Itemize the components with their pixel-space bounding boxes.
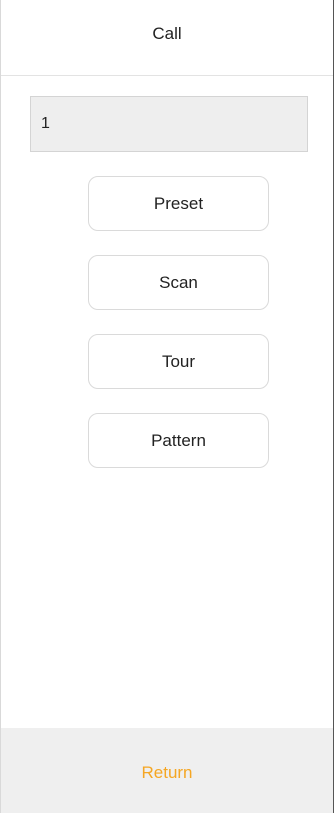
footer-bar: Return [1, 728, 333, 813]
call-screen: Call Preset Scan Tour Pattern Return [0, 0, 334, 813]
preset-button[interactable]: Preset [88, 176, 269, 231]
action-button-list: Preset Scan Tour Pattern [88, 176, 269, 492]
pattern-button[interactable]: Pattern [88, 413, 269, 468]
scan-button[interactable]: Scan [88, 255, 269, 310]
tour-button[interactable]: Tour [88, 334, 269, 389]
header-bar: Call [1, 0, 333, 76]
return-button[interactable]: Return [141, 763, 192, 783]
page-title: Call [152, 23, 182, 43]
number-input[interactable] [30, 96, 308, 152]
